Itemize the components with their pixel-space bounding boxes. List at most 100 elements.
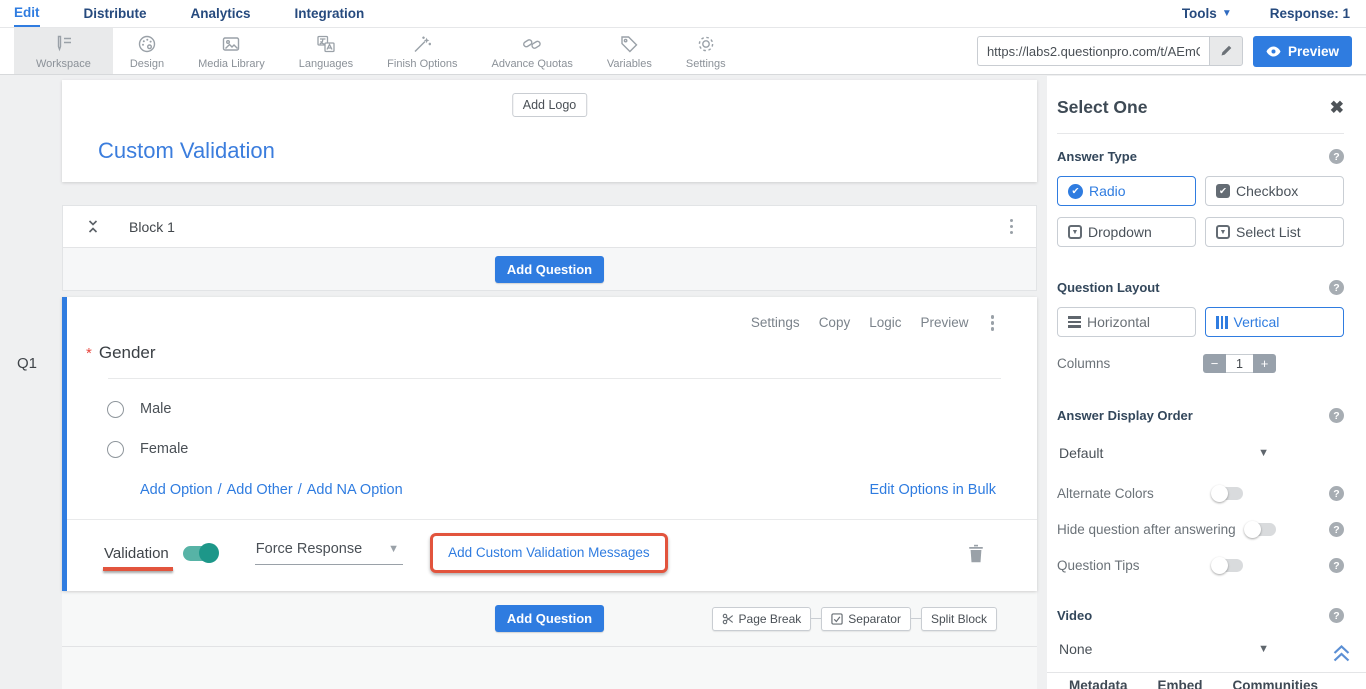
nav-edit[interactable]: Edit [14, 0, 40, 27]
video-label: Video [1057, 608, 1092, 623]
video-select[interactable]: None ▼ [1057, 641, 1269, 657]
alternate-colors-toggle[interactable] [1213, 487, 1243, 500]
add-question-button-top[interactable]: Add Question [495, 256, 604, 283]
toolbar-settings[interactable]: Settings [669, 28, 743, 74]
columns-increment-button[interactable]: + [1253, 354, 1276, 373]
toolbar-variables[interactable]: Variables [590, 28, 669, 74]
nav-distribute[interactable]: Distribute [84, 0, 147, 27]
question-menu-kebab-icon[interactable] [988, 312, 998, 334]
add-na-option-link[interactable]: Add NA Option [307, 482, 403, 498]
help-icon[interactable]: ? [1329, 280, 1344, 295]
block-header: Block 1 [63, 206, 1036, 247]
edit-options-in-bulk-link[interactable]: Edit Options in Bulk [869, 482, 996, 498]
help-icon[interactable]: ? [1329, 486, 1344, 501]
workspace-icon [52, 33, 74, 55]
answer-type-checkbox[interactable]: ✔ Checkbox [1205, 176, 1344, 206]
eye-icon [1266, 46, 1281, 57]
toolbar-advance-quotas[interactable]: Advance Quotas [474, 28, 589, 74]
page-break-button[interactable]: Page Break [712, 607, 812, 631]
help-icon[interactable]: ? [1329, 558, 1344, 573]
question-divider [108, 378, 1001, 379]
nav-integration[interactable]: Integration [295, 0, 365, 27]
link-separator: / [298, 482, 302, 498]
tools-menu[interactable]: Tools▼ [1182, 6, 1232, 21]
question-layout-label: Question Layout [1057, 280, 1160, 295]
survey-title[interactable]: Custom Validation [98, 138, 275, 164]
question-settings-link[interactable]: Settings [751, 315, 800, 330]
caret-down-icon: ▼ [1258, 447, 1269, 459]
toolbar-workspace[interactable]: Workspace [14, 28, 113, 74]
settings-gear-icon [695, 33, 717, 55]
question-logic-link[interactable]: Logic [869, 315, 901, 330]
response-count[interactable]: Response: 1 [1270, 6, 1350, 21]
preview-label: Preview [1288, 44, 1339, 59]
toolbar-languages[interactable]: Languages [282, 28, 370, 74]
radio-button-icon[interactable] [107, 441, 124, 458]
answer-type-options: ✔ Radio ✔ Checkbox ▼ Dropdown ▼ Select L… [1057, 176, 1344, 247]
preview-button[interactable]: Preview [1253, 36, 1352, 67]
display-order-value: Default [1059, 445, 1103, 461]
nav-analytics[interactable]: Analytics [191, 0, 251, 27]
layout-vertical[interactable]: Vertical [1205, 307, 1344, 337]
toolbar-media-library[interactable]: Media Library [181, 28, 282, 74]
block-menu-kebab-icon[interactable] [1007, 216, 1017, 238]
scroll-to-top-chevrons-icon[interactable] [1332, 645, 1351, 662]
question-tips-toggle[interactable] [1213, 559, 1243, 572]
collapse-block-icon[interactable] [85, 219, 101, 234]
toolbar-finish-options[interactable]: Finish Options [370, 28, 474, 74]
force-response-dropdown[interactable]: Force Response ▼ [255, 541, 403, 565]
option-label[interactable]: Female [140, 441, 188, 457]
question-copy-link[interactable]: Copy [819, 315, 851, 330]
split-block-button[interactable]: Split Block [921, 607, 997, 631]
force-response-value: Force Response [256, 541, 362, 557]
toolbar-design[interactable]: Design [113, 28, 181, 74]
add-question-button-bottom[interactable]: Add Question [495, 605, 604, 632]
answer-type-dropdown[interactable]: ▼ Dropdown [1057, 217, 1196, 247]
question-layout-options: Horizontal Vertical [1057, 307, 1344, 337]
hide-question-after-answering-label: Hide question after answering [1057, 522, 1236, 537]
answer-display-order-select[interactable]: Default ▼ [1057, 445, 1269, 461]
sidebar-divider [1057, 133, 1344, 134]
help-icon[interactable]: ? [1329, 608, 1344, 623]
answer-type-radio[interactable]: ✔ Radio [1057, 176, 1196, 206]
edit-url-button[interactable] [1209, 36, 1243, 66]
survey-url-input[interactable] [977, 36, 1209, 66]
survey-header-card: Add Logo Custom Validation [62, 80, 1037, 182]
add-question-strip: Add Question [63, 247, 1036, 290]
question-card: Settings Copy Logic Preview * Gender Mal… [62, 297, 1037, 591]
help-icon[interactable]: ? [1329, 408, 1344, 423]
add-other-link[interactable]: Add Other [227, 482, 293, 498]
columns-decrement-button[interactable]: − [1203, 354, 1226, 373]
help-icon[interactable]: ? [1329, 149, 1344, 164]
tab-metadata[interactable]: Metadata [1069, 678, 1128, 689]
answer-option-female[interactable]: Female [107, 429, 1037, 469]
close-icon[interactable]: ✖ [1330, 99, 1344, 116]
separator-button[interactable]: Separator [821, 607, 911, 631]
columns-value[interactable]: 1 [1226, 354, 1253, 373]
add-logo-button[interactable]: Add Logo [512, 93, 588, 117]
add-option-link[interactable]: Add Option [140, 482, 213, 498]
validation-label: Validation [104, 545, 169, 562]
finish-options-label: Finish Options [387, 58, 457, 70]
answer-option-male[interactable]: Male [107, 389, 1037, 429]
block-footer-area: Add Question Page Break Separator Split … [62, 591, 1037, 689]
block-title[interactable]: Block 1 [129, 219, 175, 235]
option-label[interactable]: Male [140, 401, 171, 417]
help-icon[interactable]: ? [1329, 522, 1344, 537]
connector-line [911, 618, 921, 619]
tab-communities[interactable]: Communities [1233, 678, 1319, 689]
add-custom-validation-messages-link[interactable]: Add Custom Validation Messages [448, 545, 650, 560]
layout-horizontal[interactable]: Horizontal [1057, 307, 1196, 337]
answer-type-select-list[interactable]: ▼ Select List [1205, 217, 1344, 247]
columns-stepper: − 1 + [1203, 354, 1276, 373]
tab-embed[interactable]: Embed [1158, 678, 1203, 689]
delete-question-trash-icon[interactable] [968, 544, 984, 563]
hide-question-toggle[interactable] [1246, 523, 1276, 536]
question-preview-link[interactable]: Preview [920, 315, 968, 330]
advance-quotas-label: Advance Quotas [491, 58, 572, 70]
scissors-icon [722, 613, 734, 625]
media-library-icon [220, 33, 242, 55]
radio-button-icon[interactable] [107, 401, 124, 418]
validation-toggle-on[interactable] [183, 546, 217, 561]
question-title[interactable]: Gender [99, 343, 156, 363]
